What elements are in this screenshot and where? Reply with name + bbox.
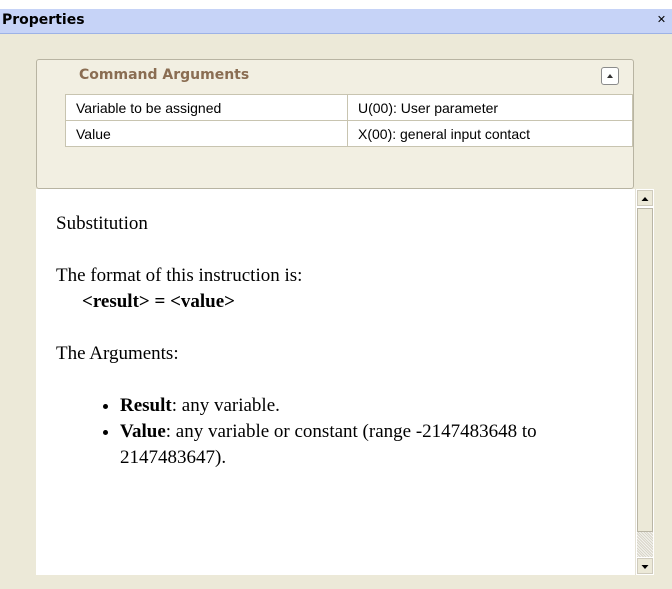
command-arguments-header[interactable]: Command Arguments — [37, 60, 633, 92]
command-arguments-panel: Command Arguments Variable to be assigne… — [36, 59, 634, 189]
argument-row-value[interactable]: Value X(00): general input contact — [65, 120, 633, 147]
help-heading: Substitution — [56, 213, 148, 234]
properties-window: Properties ✕ Command Arguments Variable … — [0, 9, 672, 589]
argument-value[interactable]: U(00): User parameter — [347, 94, 633, 121]
argument-value[interactable]: X(00): general input contact — [347, 120, 633, 147]
scroll-up-button[interactable] — [637, 190, 653, 206]
format-value: <value> — [170, 291, 236, 312]
close-icon[interactable]: ✕ — [655, 13, 668, 26]
arguments-table: Variable to be assigned U(00): User para… — [65, 94, 633, 147]
help-content: Substitution The format of this instruct… — [56, 211, 631, 471]
list-item: Value: any variable or constant (range -… — [120, 419, 631, 471]
argument-name: Value — [65, 120, 348, 147]
format-line: <result> = <value> — [56, 289, 631, 315]
command-arguments-title: Command Arguments — [79, 67, 250, 83]
bullet-text: : any variable or constant (range -21474… — [120, 421, 537, 468]
format-intro: The format of this instruction is: — [56, 265, 303, 286]
argument-row-variable[interactable]: Variable to be assigned U(00): User para… — [65, 94, 633, 121]
scroll-thumb[interactable] — [637, 208, 653, 532]
list-item: Result: any variable. — [120, 393, 631, 419]
scroll-track[interactable] — [637, 532, 653, 557]
arguments-heading: The Arguments: — [56, 343, 179, 364]
scroll-down-button[interactable] — [637, 558, 653, 574]
arguments-list: Result: any variable. Value: any variabl… — [56, 393, 631, 471]
bullet-text: : any variable. — [171, 395, 280, 416]
bullet-term: Result — [120, 395, 172, 416]
help-pane[interactable]: Substitution The format of this instruct… — [36, 189, 654, 575]
vertical-scrollbar[interactable] — [635, 189, 654, 575]
format-result: <result> — [82, 291, 150, 312]
arrow-up-icon — [641, 197, 649, 201]
bullet-term: Value — [120, 421, 166, 442]
format-equals: = — [149, 291, 171, 312]
chevron-up-icon[interactable] — [601, 67, 619, 85]
argument-name: Variable to be assigned — [65, 94, 348, 121]
arrow-down-icon — [641, 565, 649, 569]
window-title: Properties — [2, 12, 85, 28]
title-bar: Properties ✕ — [0, 9, 672, 34]
